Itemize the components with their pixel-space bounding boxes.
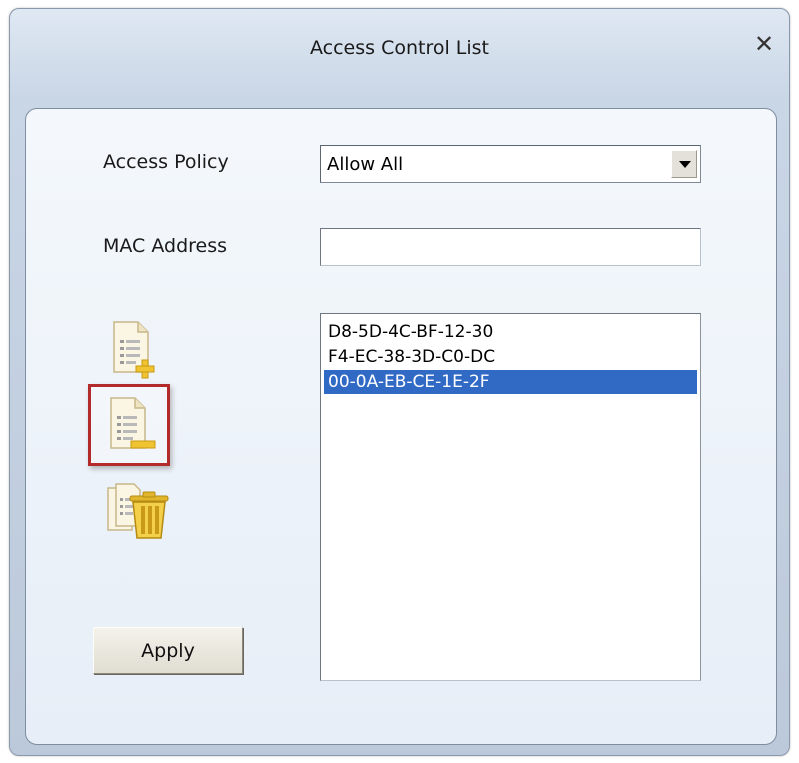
dialog-title: Access Control List: [309, 37, 489, 59]
list-item[interactable]: F4-EC-38-3D-C0-DC: [324, 345, 697, 369]
close-icon[interactable]: ✕: [751, 31, 777, 57]
list-item-selected[interactable]: 00-0A-EB-CE-1E-2F: [324, 370, 697, 394]
add-entry-icon[interactable]: [104, 318, 166, 380]
apply-button[interactable]: Apply: [93, 627, 243, 674]
mac-address-list[interactable]: D8-5D-4C-BF-12-30 F4-EC-38-3D-C0-DC 00-0…: [320, 313, 701, 681]
chevron-down-icon[interactable]: [671, 150, 697, 178]
delete-all-icon[interactable]: [104, 480, 169, 542]
mac-address-input[interactable]: [320, 228, 701, 266]
list-item[interactable]: D8-5D-4C-BF-12-30: [324, 320, 697, 344]
access-policy-value: Allow All: [327, 154, 404, 175]
delete-entry-icon[interactable]: [99, 394, 161, 456]
access-policy-label: Access Policy: [103, 151, 229, 173]
mac-address-label: MAC Address: [103, 235, 228, 257]
access-policy-select[interactable]: Allow All: [320, 145, 701, 183]
